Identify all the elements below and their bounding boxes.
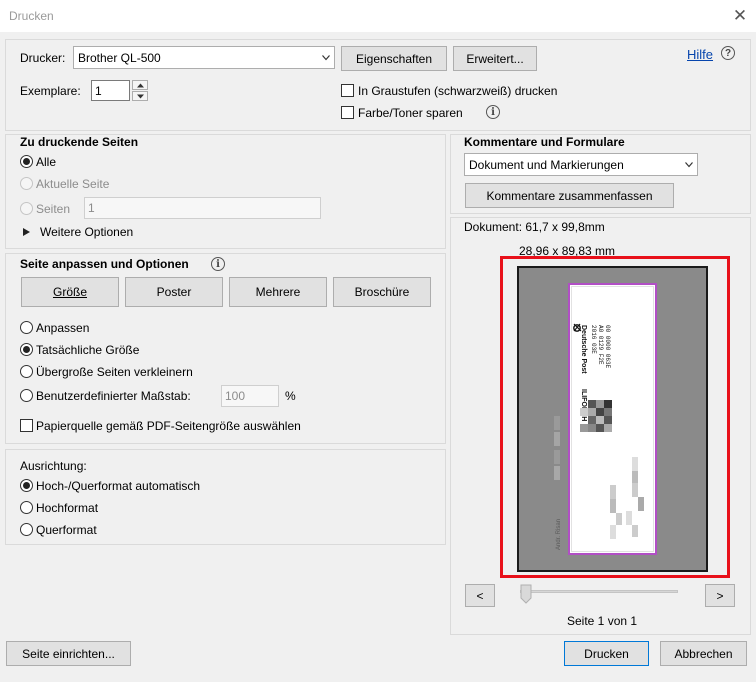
- summarize-comments-button[interactable]: Kommentare zusammenfassen: [465, 183, 674, 208]
- label-code-2: A0 0129 F2E: [597, 325, 604, 365]
- document-size-label: Dokument: 61,7 x 99,8mm: [464, 220, 605, 234]
- sizing-heading: Seite anpassen und Optionen: [20, 257, 189, 271]
- radio-custom-scale[interactable]: [20, 389, 33, 402]
- copies-label: Exemplare:: [20, 84, 81, 98]
- custom-scale-value: 100: [225, 389, 246, 403]
- title-bar: [0, 0, 756, 32]
- radio-landscape[interactable]: [20, 523, 33, 536]
- sender-text: Andr. Risan: [556, 519, 562, 550]
- radio-shrink-label: Übergroße Seiten verkleinern: [36, 365, 193, 379]
- radio-fit[interactable]: [20, 321, 33, 334]
- booklet-button[interactable]: Broschüre: [333, 277, 431, 307]
- percent-label: %: [285, 389, 296, 403]
- stepper-down-icon[interactable]: [132, 91, 148, 101]
- chevron-down-icon: [322, 54, 330, 60]
- page-slider-thumb[interactable]: [520, 584, 532, 604]
- size-button[interactable]: Größe: [21, 277, 119, 307]
- copies-stepper[interactable]: [132, 80, 148, 101]
- label-brand: Deutsche Post: [580, 325, 587, 374]
- radio-fit-label: Anpassen: [36, 321, 90, 335]
- radio-actual-size[interactable]: [20, 343, 33, 356]
- help-link[interactable]: Hilfe: [687, 47, 713, 62]
- paper-source-checkbox[interactable]: [20, 419, 33, 432]
- save-toner-checkbox[interactable]: [341, 106, 354, 119]
- custom-scale-input[interactable]: 100: [221, 385, 279, 407]
- chevron-down-icon: [685, 161, 693, 167]
- radio-all-label: Alle: [36, 155, 57, 169]
- label-code-1: 2016 03E: [590, 325, 597, 354]
- close-icon[interactable]: ✕: [731, 6, 749, 26]
- grayscale-label: In Graustufen (schwarzweiß) drucken: [358, 84, 558, 98]
- post-horn-icon: [573, 323, 582, 332]
- save-toner-label: Farbe/Toner sparen: [358, 106, 463, 120]
- radio-pages[interactable]: [20, 202, 33, 215]
- radio-portrait[interactable]: [20, 501, 33, 514]
- page-status: Seite 1 von 1: [567, 614, 638, 628]
- radio-auto-orientation[interactable]: [20, 479, 33, 492]
- pages-range-value: 1: [88, 201, 95, 215]
- comments-select[interactable]: Dokument und Markierungen: [464, 153, 698, 176]
- preview-page: Deutsche Post 2016 03E A0 0129 F2E 00 00…: [568, 283, 657, 555]
- comments-heading: Kommentare und Formulare: [464, 135, 625, 149]
- properties-button[interactable]: Eigenschaften: [341, 46, 447, 71]
- printer-label: Drucker:: [20, 51, 66, 65]
- poster-button[interactable]: Poster: [125, 277, 223, 307]
- pages-heading: Zu druckende Seiten: [20, 135, 139, 149]
- radio-shrink[interactable]: [20, 365, 33, 378]
- copies-value: 1: [95, 83, 102, 98]
- next-page-button[interactable]: >: [705, 584, 735, 607]
- label-barcode-text: ILIFOEYH: [580, 389, 587, 421]
- sender-block: Andr. Risan: [554, 416, 562, 550]
- radio-current-page[interactable]: [20, 177, 33, 190]
- orientation-heading: Ausrichtung:: [20, 459, 87, 473]
- info-icon[interactable]: i: [211, 257, 225, 271]
- radio-current-page-label: Aktuelle Seite: [36, 177, 110, 191]
- stepper-up-icon[interactable]: [132, 80, 148, 90]
- radio-actual-size-label: Tatsächliche Größe: [36, 343, 140, 357]
- printer-select-value: Brother QL-500: [78, 50, 161, 65]
- print-button[interactable]: Drucken: [564, 641, 649, 666]
- blurred-address: [610, 457, 644, 539]
- multiple-button[interactable]: Mehrere: [229, 277, 327, 307]
- radio-pages-label: Seiten: [36, 202, 71, 216]
- comments-select-value: Dokument und Markierungen: [469, 157, 624, 172]
- radio-auto-orientation-label: Hoch-/Querformat automatisch: [36, 479, 201, 493]
- info-icon[interactable]: i: [486, 105, 500, 119]
- window-title: Drucken: [9, 9, 54, 23]
- radio-custom-scale-label: Benutzerdefinierter Maßstab:: [36, 389, 191, 403]
- page-slider-track[interactable]: [520, 590, 678, 593]
- copies-input[interactable]: 1: [91, 80, 130, 101]
- more-options-toggle[interactable]: Weitere Optionen: [40, 225, 133, 239]
- pages-range-input[interactable]: 1: [84, 197, 321, 219]
- cancel-button[interactable]: Abbrechen: [660, 641, 747, 666]
- triangle-right-icon[interactable]: [23, 228, 30, 236]
- printer-select[interactable]: Brother QL-500: [73, 46, 335, 69]
- prev-page-button[interactable]: <: [465, 584, 495, 607]
- page-setup-button[interactable]: Seite einrichten...: [6, 641, 131, 666]
- help-icon[interactable]: ?: [721, 46, 735, 60]
- radio-landscape-label: Querformat: [36, 523, 97, 537]
- advanced-button[interactable]: Erweitert...: [453, 46, 537, 71]
- label-content: Deutsche Post 2016 03E A0 0129 F2E 00 00…: [573, 323, 644, 539]
- radio-all[interactable]: [20, 155, 33, 168]
- grayscale-checkbox[interactable]: [341, 84, 354, 97]
- radio-portrait-label: Hochformat: [36, 501, 99, 515]
- label-code-3: 00 0000 063E: [604, 325, 611, 369]
- paper-source-label: Papierquelle gemäß PDF-Seitengröße auswä…: [36, 419, 301, 433]
